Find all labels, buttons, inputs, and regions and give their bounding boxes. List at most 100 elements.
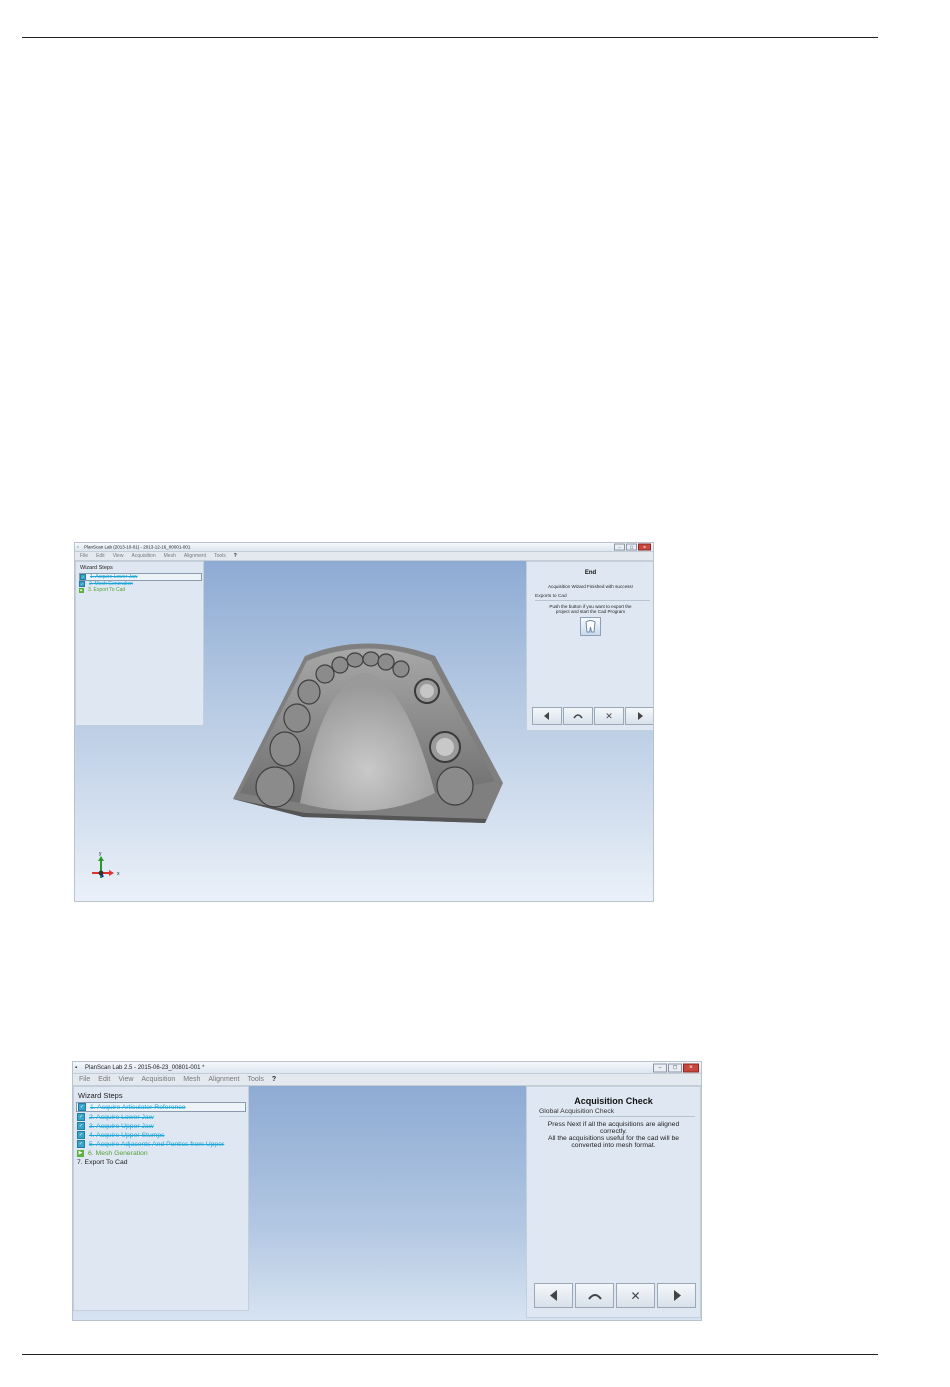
next-button[interactable] [625, 707, 653, 725]
step-label: 4. Acquire Upper Stumps [89, 1131, 165, 1139]
section-title: Exports to Cad [535, 594, 650, 601]
next-arrow-icon [638, 712, 643, 720]
checkbox-checked-icon: ✓ [79, 581, 85, 587]
wizard-steps-title: Wizard Steps [78, 1091, 123, 1100]
checkbox-checked-icon: ✓ [80, 574, 86, 580]
undo-arc-icon [587, 1293, 602, 1300]
next-arrow-icon [673, 1290, 681, 1301]
menu-edit[interactable]: Edit [98, 1076, 110, 1083]
top-rule [22, 37, 878, 38]
wizard-step-1[interactable]: ✓ 1. Acquire Lower Jaw [79, 573, 202, 581]
menu-bar: File Edit View Acquisition Mesh Alignmen… [75, 552, 653, 561]
wizard-step-2[interactable]: ✓ 2. Acquire Lower Jaw [77, 1113, 245, 1121]
menu-tools[interactable]: Tools [248, 1076, 264, 1083]
section-title: Global Acquisition Check [539, 1108, 695, 1117]
back-button[interactable] [532, 707, 562, 725]
section-text-2: All the acquisitions useful for the cad … [547, 1135, 680, 1149]
undo-button[interactable] [575, 1283, 614, 1308]
window-controls: – ▢ ✕ [614, 543, 651, 551]
play-icon: ▶ [79, 587, 84, 593]
wizard-step-3[interactable]: ✓ 3. Acquire Upper Jaw [77, 1122, 245, 1130]
checkbox-checked-icon: ✓ [78, 1103, 86, 1111]
wizard-steps-panel: Wizard Steps ✓ 1. Acquire Articulator Re… [73, 1086, 249, 1311]
minimize-icon[interactable]: – [653, 1063, 667, 1072]
screenshot-export-wizard: ▫ PlanScan Lab (2013-10-01) - 2013-12-16… [74, 542, 654, 902]
cancel-x-icon: ✕ [630, 1288, 641, 1303]
window-controls: – ▢ ✕ [653, 1063, 699, 1072]
wizard-nav-buttons: ✕ [532, 707, 653, 725]
wizard-step-3[interactable]: ▶ 3. Export To Cad [79, 587, 200, 593]
menu-mesh[interactable]: Mesh [164, 553, 176, 559]
menu-bar: File Edit View Acquisition Mesh Alignmen… [73, 1074, 701, 1086]
app-icon: ▫ [77, 544, 79, 550]
wizard-step-7[interactable]: 7. Export To Cad [77, 1158, 245, 1166]
checkbox-checked-icon: ✓ [77, 1122, 85, 1130]
checkbox-checked-icon: ✓ [77, 1113, 85, 1121]
panel-title: End [584, 570, 597, 576]
step-label: 1. Acquire Articulator Reference [90, 1103, 186, 1111]
menu-file[interactable]: File [80, 553, 88, 559]
window-title: PlanScan Lab (2013-10-01) - 2013-12-16_0… [84, 544, 191, 550]
menu-alignment[interactable]: Alignment [184, 553, 206, 559]
screenshot-acquisition-check: ▪ PlanScan Lab 2.5 - 2015-06-23_00801-00… [72, 1061, 702, 1321]
menu-file[interactable]: File [79, 1076, 90, 1083]
undo-arc-icon [573, 714, 583, 719]
checkbox-checked-icon: ✓ [77, 1131, 85, 1139]
back-arrow-icon [549, 1290, 557, 1301]
menu-acquisition[interactable]: Acquisition [141, 1076, 175, 1083]
menu-edit[interactable]: Edit [96, 553, 105, 559]
cancel-x-icon: ✕ [605, 710, 613, 721]
play-icon: ▶ [77, 1149, 84, 1157]
section-text-1: Press Next if all the acquisitions are a… [547, 1121, 680, 1135]
section-text: Push the button if you want to export th… [549, 604, 632, 614]
step-label: 3. Export To Cad [88, 587, 126, 593]
menu-help[interactable]: ? [272, 1076, 276, 1083]
menu-help[interactable]: ? [234, 553, 237, 559]
step-label: 6. Mesh Generation [88, 1149, 148, 1157]
next-button[interactable] [657, 1283, 696, 1308]
cancel-button[interactable]: ✕ [616, 1283, 655, 1308]
close-icon[interactable]: ✕ [638, 543, 651, 551]
menu-mesh[interactable]: Mesh [183, 1076, 200, 1083]
3d-viewport[interactable]: Wizard Steps ✓ 1. Acquire Articulator Re… [73, 1086, 701, 1320]
wizard-info-panel: End Acquisition Wizard Finished with suc… [526, 561, 653, 731]
checkbox-checked-icon: ✓ [77, 1140, 85, 1148]
step-label: 3. Acquire Upper Jaw [89, 1122, 154, 1130]
restore-icon[interactable]: ▢ [668, 1063, 682, 1072]
cancel-button[interactable]: ✕ [594, 707, 624, 725]
tooth-icon [585, 620, 596, 633]
undo-button[interactable] [563, 707, 593, 725]
axis-y-label: y [99, 851, 102, 857]
app-icon: ▪ [75, 1064, 78, 1071]
menu-view[interactable]: View [113, 553, 124, 559]
step-label: 7. Export To Cad [77, 1158, 128, 1166]
step-label: 2. Acquire Lower Jaw [89, 1113, 154, 1121]
wizard-info-panel: Acquisition Check Global Acquisition Che… [526, 1086, 701, 1318]
close-icon[interactable]: ✕ [683, 1063, 699, 1072]
wizard-step-4[interactable]: ✓ 4. Acquire Upper Stumps [77, 1131, 245, 1139]
wizard-step-6[interactable]: ▶ 6. Mesh Generation [77, 1149, 245, 1157]
wizard-step-1[interactable]: ✓ 1. Acquire Articulator Reference [76, 1102, 246, 1112]
axis-gizmo: y x [92, 851, 120, 878]
wizard-step-5[interactable]: ✓ 5. Acquire Adjacents And Pontics from … [77, 1140, 245, 1148]
window-titlebar: ▪ PlanScan Lab 2.5 - 2015-06-23_00801-00… [73, 1062, 701, 1074]
window-titlebar: ▫ PlanScan Lab (2013-10-01) - 2013-12-16… [75, 543, 653, 552]
step-label: 5. Acquire Adjacents And Pontics from Up… [89, 1140, 225, 1148]
menu-view[interactable]: View [118, 1076, 133, 1083]
3d-viewport[interactable]: Wizard Steps ✓ 1. Acquire Lower Jaw ✓ 2.… [75, 561, 653, 901]
wizard-steps-panel: Wizard Steps ✓ 1. Acquire Lower Jaw ✓ 2.… [75, 561, 204, 726]
wizard-steps-title: Wizard Steps [80, 565, 113, 571]
back-arrow-icon [544, 712, 549, 720]
panel-title: Acquisition Check [574, 1096, 653, 1106]
export-to-cad-button[interactable] [580, 617, 601, 636]
minimize-icon[interactable]: – [614, 543, 625, 551]
menu-acquisition[interactable]: Acquisition [131, 553, 155, 559]
wizard-nav-buttons: ✕ [534, 1283, 696, 1308]
step-label: 1. Acquire Lower Jaw [90, 574, 138, 580]
menu-alignment[interactable]: Alignment [208, 1076, 239, 1083]
back-button[interactable] [534, 1283, 573, 1308]
restore-icon[interactable]: ▢ [626, 543, 637, 551]
bottom-rule [22, 1354, 878, 1355]
menu-tools[interactable]: Tools [214, 553, 226, 559]
axis-x-label: x [117, 871, 120, 877]
